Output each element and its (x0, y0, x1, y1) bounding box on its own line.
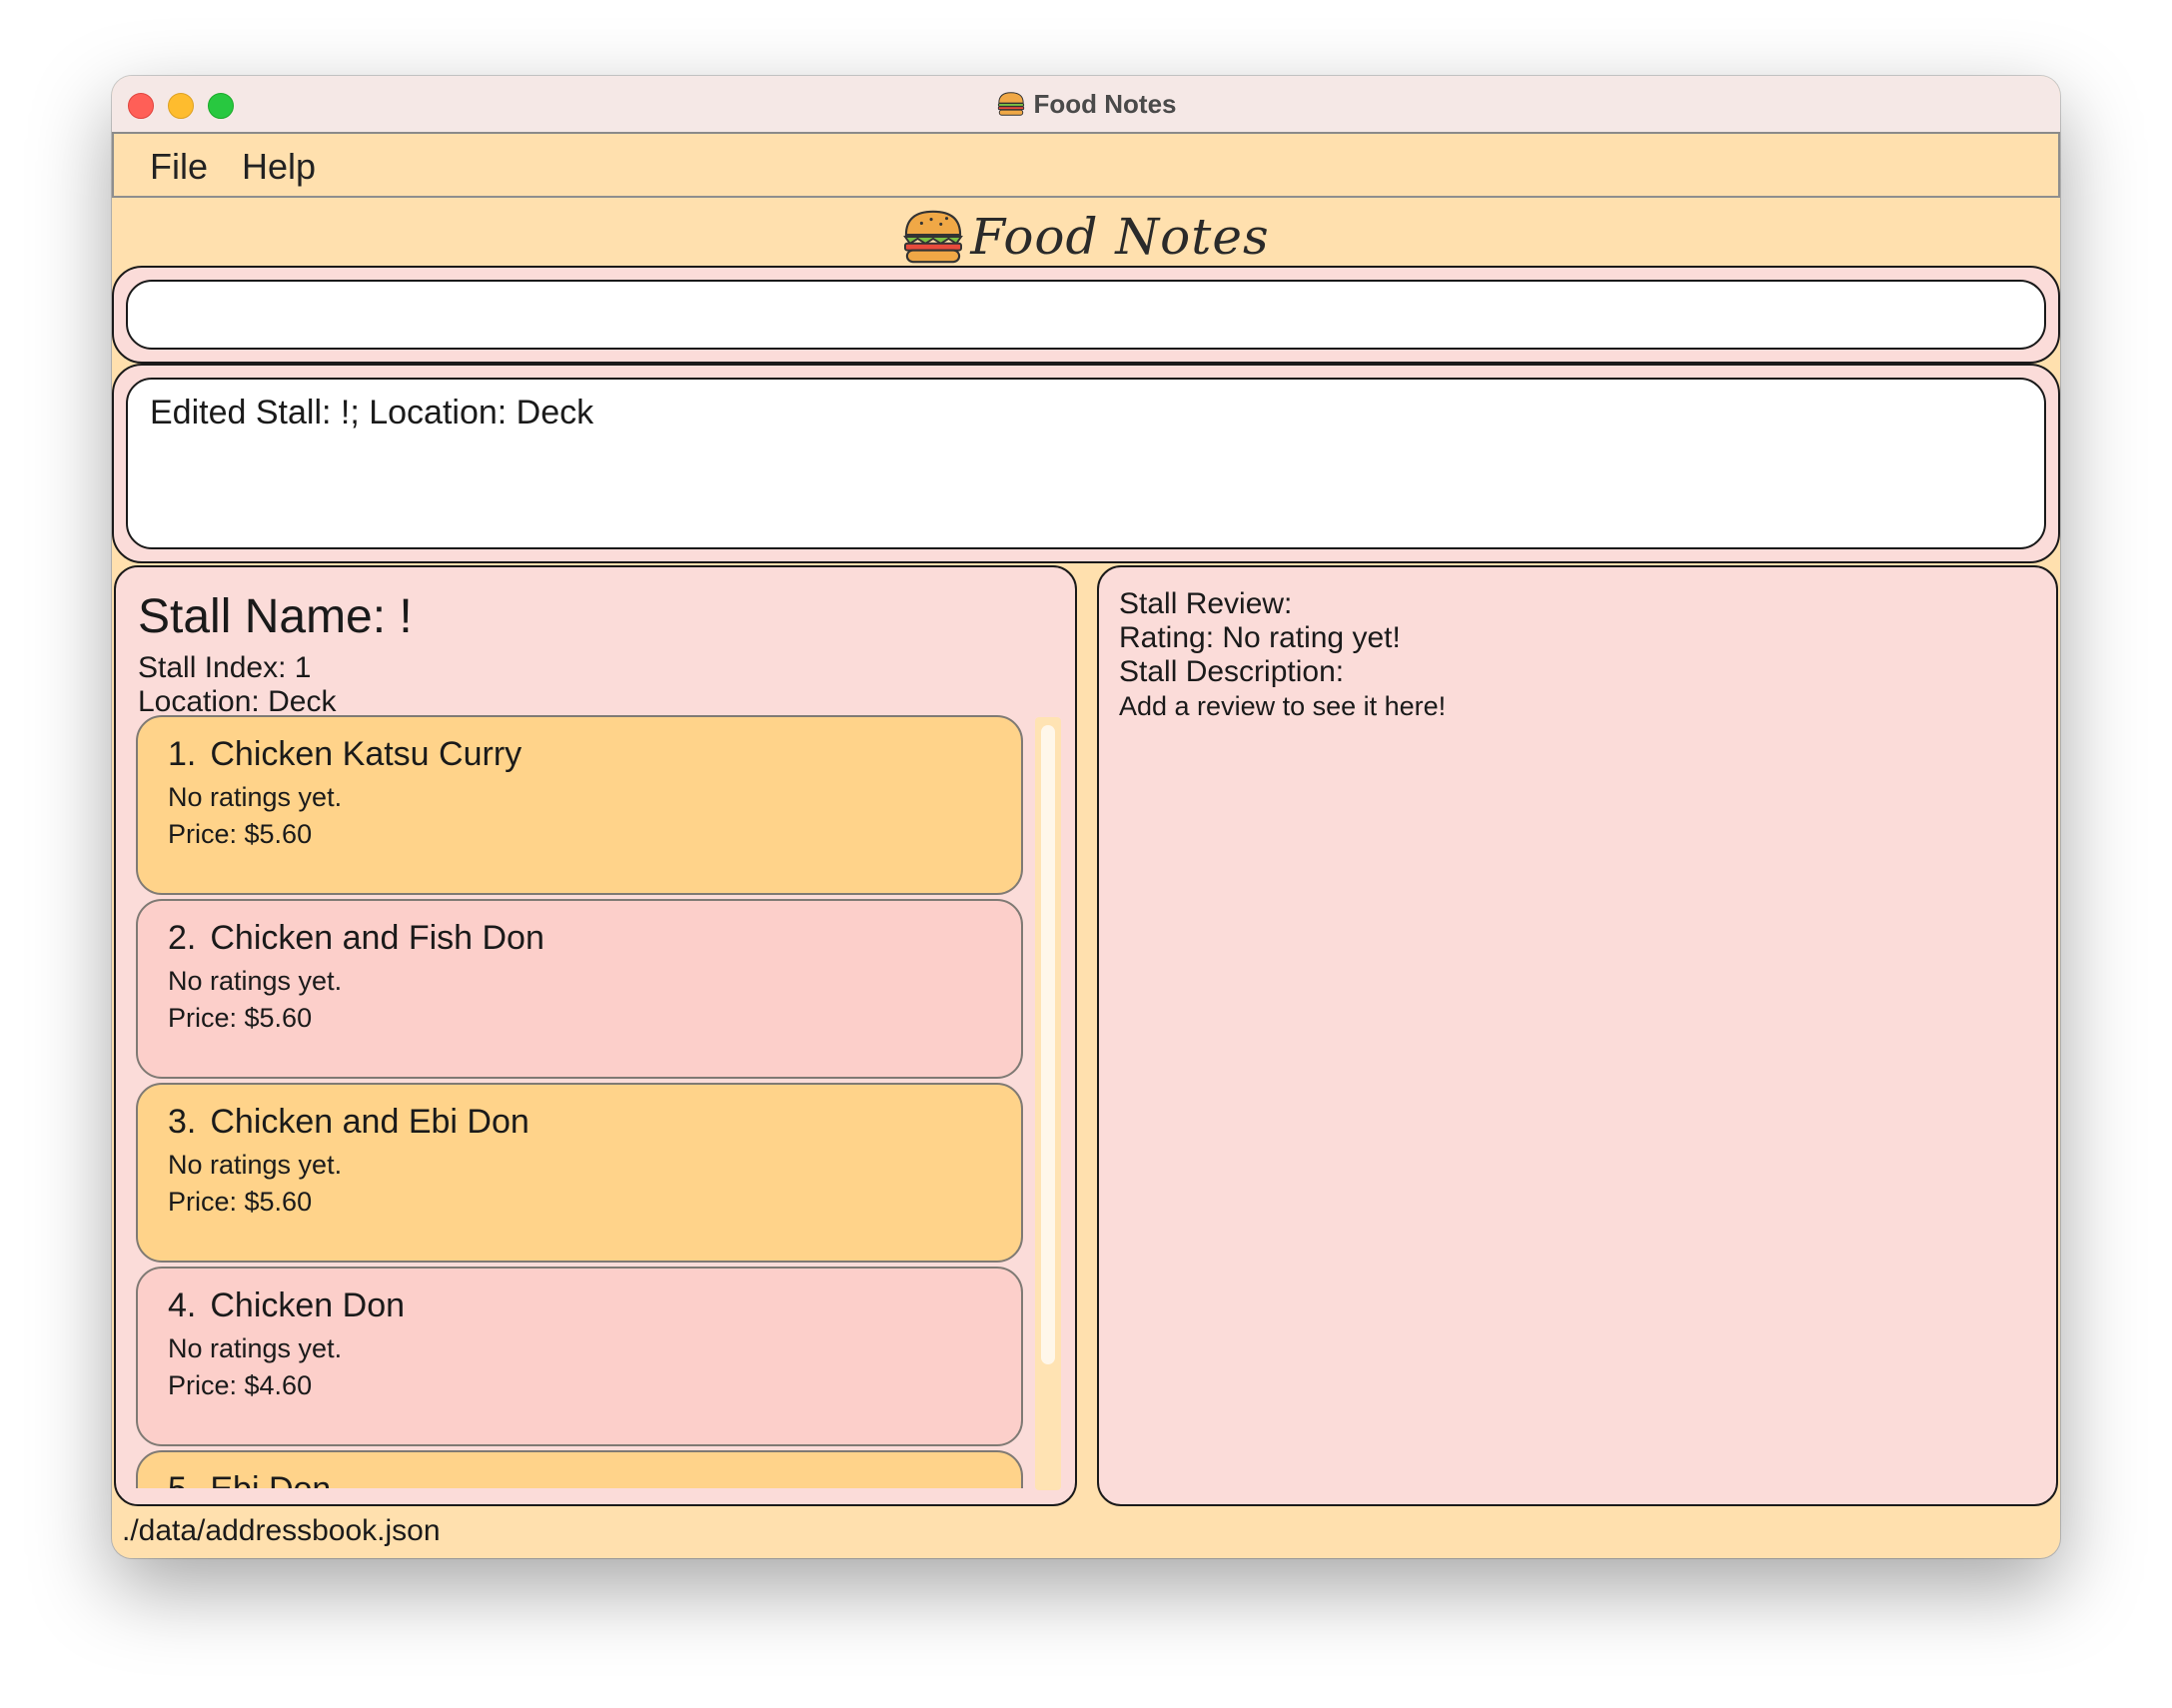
app-logo: Food Notes (112, 202, 2060, 272)
menu-item-rating: No ratings yet. (168, 1150, 343, 1180)
menu-item-name: Chicken Katsu Curry (210, 735, 523, 773)
scrollbar-thumb[interactable] (1041, 725, 1055, 1364)
title-bar: Food Notes (112, 76, 2060, 134)
menu-item-price: Price: $5.60 (168, 819, 313, 849)
window-title: Food Notes (1033, 88, 1177, 119)
review-rating: Rating: No rating yet! (1119, 621, 1401, 654)
menu-list-scrollbar[interactable] (1035, 717, 1061, 1490)
menu-item-price: Price: $5.60 (168, 1187, 313, 1217)
menu-file[interactable]: File (150, 146, 208, 188)
menu-item-number: 2. (168, 919, 197, 957)
result-display: Edited Stall: !; Location: Deck (126, 378, 2046, 549)
review-heading: Stall Review: (1119, 587, 1293, 620)
menu-item-card[interactable]: 2. Chicken and Fish Don No ratings yet. P… (136, 899, 1023, 1079)
command-input[interactable] (126, 280, 2046, 350)
menu-item-name: Ebi Don (210, 1470, 331, 1488)
menu-item-name: Chicken and Fish Don (210, 919, 544, 957)
menu-item-card[interactable]: 1. Chicken Katsu Curry No ratings yet. Pr… (136, 715, 1023, 895)
stall-location: Location: Deck (138, 685, 337, 718)
menu-item-price: Price: $4.60 (168, 1370, 313, 1400)
menu-item-rating: No ratings yet. (168, 782, 343, 812)
menu-item-list[interactable]: 1. Chicken Katsu Curry No ratings yet. Pr… (136, 715, 1025, 1488)
menu-item-number: 4. (168, 1286, 197, 1324)
review-description-label: Stall Description: (1119, 655, 1345, 688)
menu-bar: File Help (112, 134, 2060, 198)
menu-item-rating: No ratings yet. (168, 1333, 343, 1363)
menu-item-name: Chicken Don (210, 1286, 406, 1324)
menu-item-number: 5. (168, 1470, 196, 1488)
logo-text: Food Notes (970, 208, 1270, 266)
result-display-panel: Edited Stall: !; Location: Deck (112, 364, 2060, 563)
stall-detail-panel: Stall Name: ! Stall Index: 1 Location: D… (114, 565, 1077, 1506)
menu-item-number: 3. (168, 1103, 197, 1141)
menu-item-price: Price: $5.60 (168, 1003, 313, 1033)
window-title-group: Food Notes (112, 76, 2060, 132)
menu-item-number: 1. (168, 735, 197, 773)
stall-name: Stall Name: ! (138, 590, 413, 643)
menu-item-card[interactable]: 5. Ebi Don (136, 1450, 1023, 1488)
review-description: Add a review to see it here! (1119, 691, 1447, 721)
menu-item-rating: No ratings yet. (168, 966, 343, 996)
stall-index: Stall Index: 1 (138, 651, 312, 684)
burger-icon (903, 210, 964, 264)
menu-item-card[interactable]: 4. Chicken Don No ratings yet. Price: $4.… (136, 1267, 1023, 1446)
burger-icon (997, 92, 1024, 116)
menu-item-card[interactable]: 3. Chicken and Ebi Don No ratings yet. Pr… (136, 1083, 1023, 1263)
status-bar-path: ./data/addressbook.json (122, 1514, 441, 1547)
menu-item-name: Chicken and Ebi Don (210, 1103, 530, 1141)
app-window: Food Notes File Help Food Notes Edited S… (112, 76, 2060, 1558)
menu-help[interactable]: Help (242, 146, 316, 188)
stall-review-panel: Stall Review: Rating: No rating yet! Sta… (1097, 565, 2058, 1506)
command-box-panel (112, 266, 2060, 364)
